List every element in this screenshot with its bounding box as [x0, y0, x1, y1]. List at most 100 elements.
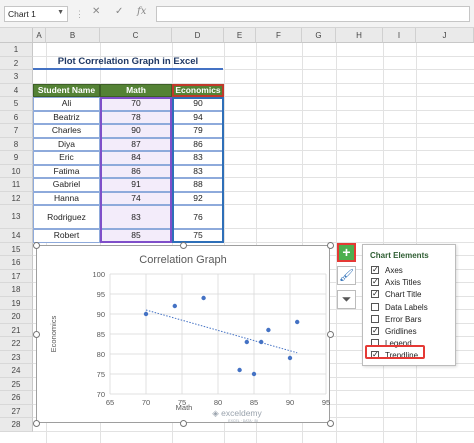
row-header-6[interactable]: 6 [0, 110, 33, 124]
chart-styles-button[interactable]: 🖌 [337, 266, 356, 285]
checkbox[interactable] [371, 314, 379, 323]
row-header-10[interactable]: 10 [0, 164, 33, 178]
row-header-7[interactable]: 7 [0, 124, 33, 138]
chart-resize-handle[interactable] [327, 331, 334, 338]
row-header-25[interactable]: 25 [0, 377, 33, 391]
row-header-18[interactable]: 18 [0, 283, 33, 297]
name-box[interactable]: Chart 1 ▼ [4, 6, 68, 22]
row-header-8[interactable]: 8 [0, 137, 33, 151]
table-header-cell[interactable]: Student Name [33, 83, 100, 97]
table-cell[interactable]: Ali [33, 97, 100, 111]
row-header-12[interactable]: 12 [0, 191, 33, 205]
trendline[interactable] [145, 309, 298, 354]
column-header-j[interactable]: J [416, 28, 474, 43]
chart-resize-handle[interactable] [327, 242, 334, 249]
checkbox[interactable] [371, 325, 379, 337]
chart-resize-handle[interactable] [33, 420, 40, 427]
chart-element-error-bars[interactable]: Error Bars [371, 314, 421, 326]
row-header-17[interactable]: 17 [0, 269, 33, 283]
row-header-11[interactable]: 11 [0, 178, 33, 192]
chart-element-gridlines[interactable]: Gridlines [371, 325, 417, 338]
chart-resize-handle[interactable] [327, 420, 334, 427]
scatter-chart[interactable]: 65 70 75 80 85 90 95707580859095100Correlation… [37, 246, 331, 424]
chart-element-chart-title[interactable]: Chart Title [371, 288, 421, 301]
gridline-horizontal [33, 430, 474, 432]
data-point[interactable] [172, 303, 177, 309]
data-point[interactable] [259, 339, 264, 345]
row-header-14[interactable]: 14 [0, 229, 33, 243]
column-header-d[interactable]: D [172, 28, 224, 43]
chart-filters-button[interactable]: ⏷ [337, 290, 356, 309]
data-point[interactable] [143, 311, 149, 317]
table-cell[interactable]: Robert [33, 229, 100, 243]
checkbox[interactable] [371, 288, 379, 300]
checkbox[interactable] [371, 264, 379, 276]
data-point[interactable] [266, 327, 271, 333]
checkbox[interactable] [371, 302, 379, 311]
column-header-a[interactable]: A [33, 28, 46, 43]
table-cell[interactable]: Gabriel [33, 178, 100, 192]
column-header-f[interactable]: F [256, 28, 302, 43]
chart-title[interactable]: Correlation Graph [139, 254, 226, 266]
select-all-corner[interactable] [0, 28, 33, 43]
chart-element-axes[interactable]: Axes [371, 264, 403, 277]
table-cell[interactable]: Eric [33, 151, 100, 165]
column-header-i[interactable]: I [383, 28, 416, 43]
row-header-27[interactable]: 27 [0, 404, 33, 418]
x-axis-title[interactable]: Math [176, 403, 193, 412]
formula-input[interactable] [156, 6, 470, 22]
row-header-16[interactable]: 16 [0, 256, 33, 270]
column-header-c[interactable]: C [100, 28, 172, 43]
y-axis-title[interactable]: Economics [49, 315, 58, 352]
row-header-20[interactable]: 20 [0, 310, 33, 324]
column-header-e[interactable]: E [224, 28, 256, 43]
chart-resize-handle[interactable] [33, 242, 40, 249]
row-header-23[interactable]: 23 [0, 350, 33, 364]
row-header-3[interactable]: 3 [0, 70, 33, 84]
column-header-h[interactable]: H [336, 28, 383, 43]
chart-area[interactable]: 65 70 75 80 85 90 95 70 75 80 85 90 95 100 Correlation… [36, 245, 330, 423]
row-header-5[interactable]: 5 [0, 97, 33, 111]
table-header-cell[interactable]: Math [100, 83, 172, 97]
data-point[interactable] [251, 371, 257, 377]
row-header-24[interactable]: 24 [0, 364, 33, 378]
column-header-b[interactable]: B [46, 28, 100, 43]
data-point[interactable] [244, 339, 249, 345]
cancel-icon[interactable]: ✕ [92, 6, 100, 17]
row-header-4[interactable]: 4 [0, 83, 33, 97]
row-header-21[interactable]: 21 [0, 323, 33, 337]
data-point[interactable] [201, 295, 206, 301]
row-header-22[interactable]: 22 [0, 337, 33, 351]
table-cell[interactable]: Charles [33, 124, 100, 138]
chart-elements-button[interactable]: + [337, 243, 356, 262]
checkbox[interactable] [371, 276, 379, 288]
x-tick-label: 95 [322, 398, 330, 407]
chevron-down-icon[interactable]: ▼ [57, 9, 64, 16]
row-header-9[interactable]: 9 [0, 151, 33, 165]
column-header-g[interactable]: G [302, 28, 336, 43]
table-cell[interactable]: Hanna [33, 191, 100, 205]
row-header-15[interactable]: 15 [0, 242, 33, 256]
row-header-28[interactable]: 28 [0, 418, 33, 432]
row-header-13[interactable]: 13 [0, 205, 33, 229]
data-point[interactable] [237, 367, 242, 373]
data-point[interactable] [295, 319, 300, 325]
chart-resize-handle[interactable] [180, 420, 187, 427]
row-header-1[interactable]: 1 [0, 43, 33, 57]
x-tick-label: 85 [250, 398, 258, 407]
chart-element-axis-titles[interactable]: Axis Titles [371, 276, 421, 289]
table-cell[interactable]: Rodriguez [33, 205, 100, 229]
chart-element-data-labels[interactable]: Data Labels [371, 302, 428, 314]
enter-icon[interactable]: ✓ [115, 6, 123, 17]
table-cell[interactable]: Fatima [33, 164, 100, 178]
row-header-2[interactable]: 2 [0, 56, 33, 70]
chart-resize-handle[interactable] [33, 331, 40, 338]
table-cell[interactable]: Diya [33, 137, 100, 151]
insert-function-icon[interactable]: fx [137, 6, 146, 17]
chart-resize-handle[interactable] [180, 242, 187, 249]
data-point[interactable] [287, 355, 293, 361]
row-header-26[interactable]: 26 [0, 391, 33, 405]
sheet-title[interactable]: Plot Correlation Graph in Excel [33, 56, 223, 67]
row-header-19[interactable]: 19 [0, 296, 33, 310]
table-cell[interactable]: Beatriz [33, 110, 100, 124]
